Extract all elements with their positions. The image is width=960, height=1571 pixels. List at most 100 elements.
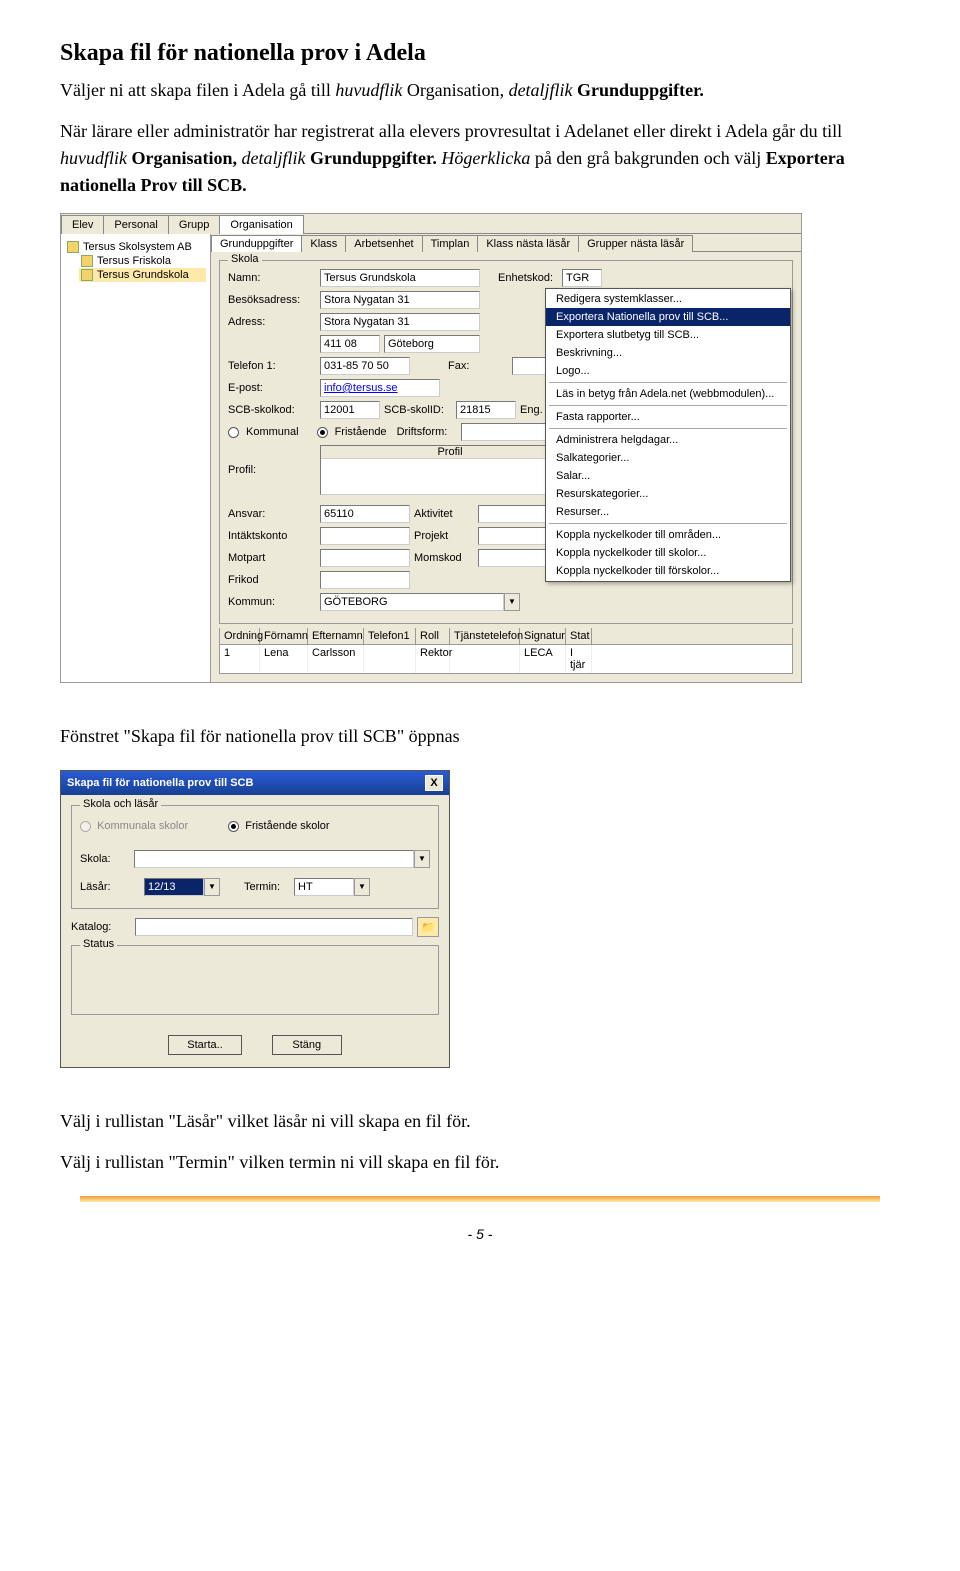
col-telefon[interactable]: Telefon1 bbox=[364, 628, 416, 644]
ctx-redigera-systemklasser[interactable]: Redigera systemklasser... bbox=[546, 290, 790, 308]
paragraph-4: Välj i rullistan "Läsår" vilket läsår ni… bbox=[60, 1108, 900, 1135]
form-area: Skola Namn: Tersus Grundskola Enhetskod:… bbox=[211, 252, 801, 682]
ctx-administrera-helgdagar[interactable]: Administrera helgdagar... bbox=[546, 431, 790, 449]
browse-folder-button[interactable]: 📁 bbox=[417, 917, 439, 937]
subtab-grunduppgifter[interactable]: Grunduppgifter bbox=[211, 235, 302, 252]
folder-icon bbox=[81, 269, 93, 281]
tab-grupp[interactable]: Grupp bbox=[168, 215, 221, 234]
subtab-klass-nasta[interactable]: Klass nästa läsår bbox=[477, 235, 579, 252]
text: När lärare eller administratör har regis… bbox=[60, 121, 842, 141]
text: på den grå bakgrunden och välj bbox=[530, 148, 765, 168]
label-kommun: Kommun: bbox=[228, 596, 316, 608]
adela-main-window: Elev Personal Grupp Organisation Tersus … bbox=[60, 213, 802, 683]
ctx-koppla-omraden[interactable]: Koppla nyckelkoder till områden... bbox=[546, 526, 790, 544]
label-aktivitet: Aktivitet bbox=[414, 508, 474, 520]
ctx-resurskategorier[interactable]: Resurskategorier... bbox=[546, 485, 790, 503]
col-roll[interactable]: Roll bbox=[416, 628, 450, 644]
ctx-exportera-slutbetyg[interactable]: Exportera slutbetyg till SCB... bbox=[546, 326, 790, 344]
input-telefon[interactable]: 031-85 70 50 bbox=[320, 357, 410, 375]
ctx-resurser[interactable]: Resurser... bbox=[546, 503, 790, 521]
navigation-tree[interactable]: Tersus Skolsystem AB Tersus Friskola Ter… bbox=[61, 234, 211, 682]
ctx-koppla-forskolor[interactable]: Koppla nyckelkoder till förskolor... bbox=[546, 562, 790, 580]
input-adress[interactable]: Stora Nygatan 31 bbox=[320, 313, 480, 331]
tree-friskola[interactable]: Tersus Friskola bbox=[79, 254, 206, 268]
starta-button[interactable]: Starta.. bbox=[168, 1035, 241, 1055]
label-skola: Skola: bbox=[80, 853, 130, 865]
label-momskod: Momskod bbox=[414, 552, 474, 564]
subtab-grupper-nasta[interactable]: Grupper nästa läsår bbox=[578, 235, 693, 252]
text: detaljflik bbox=[509, 80, 573, 100]
col-efternamn[interactable]: Efternamn bbox=[308, 628, 364, 644]
cell bbox=[364, 645, 416, 673]
radio-fristaende[interactable] bbox=[317, 427, 328, 438]
text: , bbox=[500, 80, 509, 100]
input-intaktskonto[interactable] bbox=[320, 527, 410, 545]
col-signatur[interactable]: Signatur bbox=[520, 628, 566, 644]
tree-grundskola[interactable]: Tersus Grundskola bbox=[79, 268, 206, 282]
ctx-fasta-rapporter[interactable]: Fasta rapporter... bbox=[546, 408, 790, 426]
ctx-logo[interactable]: Logo... bbox=[546, 362, 790, 380]
group-label: Skola bbox=[228, 253, 262, 265]
input-katalog[interactable] bbox=[135, 918, 413, 936]
ctx-koppla-skolor[interactable]: Koppla nyckelkoder till skolor... bbox=[546, 544, 790, 562]
paragraph-5: Välj i rullistan "Termin" vilken termin … bbox=[60, 1149, 900, 1176]
tab-personal[interactable]: Personal bbox=[103, 215, 168, 234]
ctx-beskrivning[interactable]: Beskrivning... bbox=[546, 344, 790, 362]
input-enhetskod[interactable]: TGR bbox=[562, 269, 602, 287]
text: detaljflik bbox=[242, 148, 306, 168]
subtab-arbetsenhet[interactable]: Arbetsenhet bbox=[345, 235, 422, 252]
select-kommun[interactable]: GÖTEBORG▼ bbox=[320, 593, 520, 611]
table-row[interactable]: 1 Lena Carlsson Rektor LECA I tjär bbox=[220, 645, 792, 673]
cell: LECA bbox=[520, 645, 566, 673]
input-besoksadress[interactable]: Stora Nygatan 31 bbox=[320, 291, 480, 309]
radio-kommunal[interactable] bbox=[228, 427, 239, 438]
ctx-las-in-betyg[interactable]: Läs in betyg från Adela.net (webbmodulen… bbox=[546, 385, 790, 403]
input-motpart[interactable] bbox=[320, 549, 410, 567]
tree-label: Tersus Friskola bbox=[97, 255, 171, 267]
col-ordning[interactable]: Ordning bbox=[220, 628, 260, 644]
termin-value: HT bbox=[294, 878, 354, 896]
label-namn: Namn: bbox=[228, 272, 316, 284]
radio-fristaende[interactable] bbox=[228, 821, 239, 832]
profil-header: Profil bbox=[321, 446, 579, 459]
dialog-skapa-fil: Skapa fil för nationella prov till SCB X… bbox=[60, 770, 450, 1068]
close-button[interactable]: X bbox=[425, 775, 443, 791]
folder-icon: 📁 bbox=[421, 921, 435, 934]
dialog-titlebar: Skapa fil för nationella prov till SCB X bbox=[61, 771, 449, 795]
profil-grid[interactable]: Profil bbox=[320, 445, 580, 495]
detail-tabs: Grunduppgifter Klass Arbetsenhet Timplan… bbox=[211, 234, 801, 252]
text: huvudflik bbox=[60, 148, 127, 168]
tab-organisation[interactable]: Organisation bbox=[219, 215, 303, 234]
col-tjanstetel[interactable]: Tjänstetelefon bbox=[450, 628, 520, 644]
input-namn[interactable]: Tersus Grundskola bbox=[320, 269, 480, 287]
cell: 1 bbox=[220, 645, 260, 673]
select-skola[interactable]: ▼ bbox=[134, 850, 430, 868]
label-adress: Adress: bbox=[228, 316, 316, 328]
input-ort[interactable]: Göteborg bbox=[384, 335, 480, 353]
input-frikod[interactable] bbox=[320, 571, 410, 589]
input-ansvar[interactable]: 65110 bbox=[320, 505, 410, 523]
input-postnr[interactable]: 411 08 bbox=[320, 335, 380, 353]
col-fornamn[interactable]: Förnamn bbox=[260, 628, 308, 644]
chevron-down-icon: ▼ bbox=[354, 878, 370, 896]
tree-root[interactable]: Tersus Skolsystem AB bbox=[65, 240, 206, 254]
col-stat[interactable]: Stat bbox=[566, 628, 592, 644]
stang-button[interactable]: Stäng bbox=[272, 1035, 342, 1055]
subtab-klass[interactable]: Klass bbox=[301, 235, 346, 252]
lasar-value: 12/13 bbox=[144, 878, 204, 896]
ctx-salkategorier[interactable]: Salkategorier... bbox=[546, 449, 790, 467]
input-epost[interactable]: info@tersus.se bbox=[320, 379, 440, 397]
subtab-timplan[interactable]: Timplan bbox=[422, 235, 479, 252]
select-lasar[interactable]: 12/13▼ bbox=[144, 878, 220, 896]
text: Organisation, bbox=[127, 148, 242, 168]
input-scbkod[interactable]: 12001 bbox=[320, 401, 380, 419]
ctx-exportera-nationella-prov[interactable]: Exportera Nationella prov till SCB... bbox=[546, 308, 790, 326]
input-scbid[interactable]: 21815 bbox=[456, 401, 516, 419]
select-termin[interactable]: HT▼ bbox=[294, 878, 370, 896]
tab-elev[interactable]: Elev bbox=[61, 215, 104, 234]
label-fax: Fax: bbox=[448, 360, 508, 372]
label-projekt: Projekt bbox=[414, 530, 474, 542]
radio-kommunala[interactable] bbox=[80, 821, 91, 832]
ctx-salar[interactable]: Salar... bbox=[546, 467, 790, 485]
text: Högerklicka bbox=[441, 148, 530, 168]
